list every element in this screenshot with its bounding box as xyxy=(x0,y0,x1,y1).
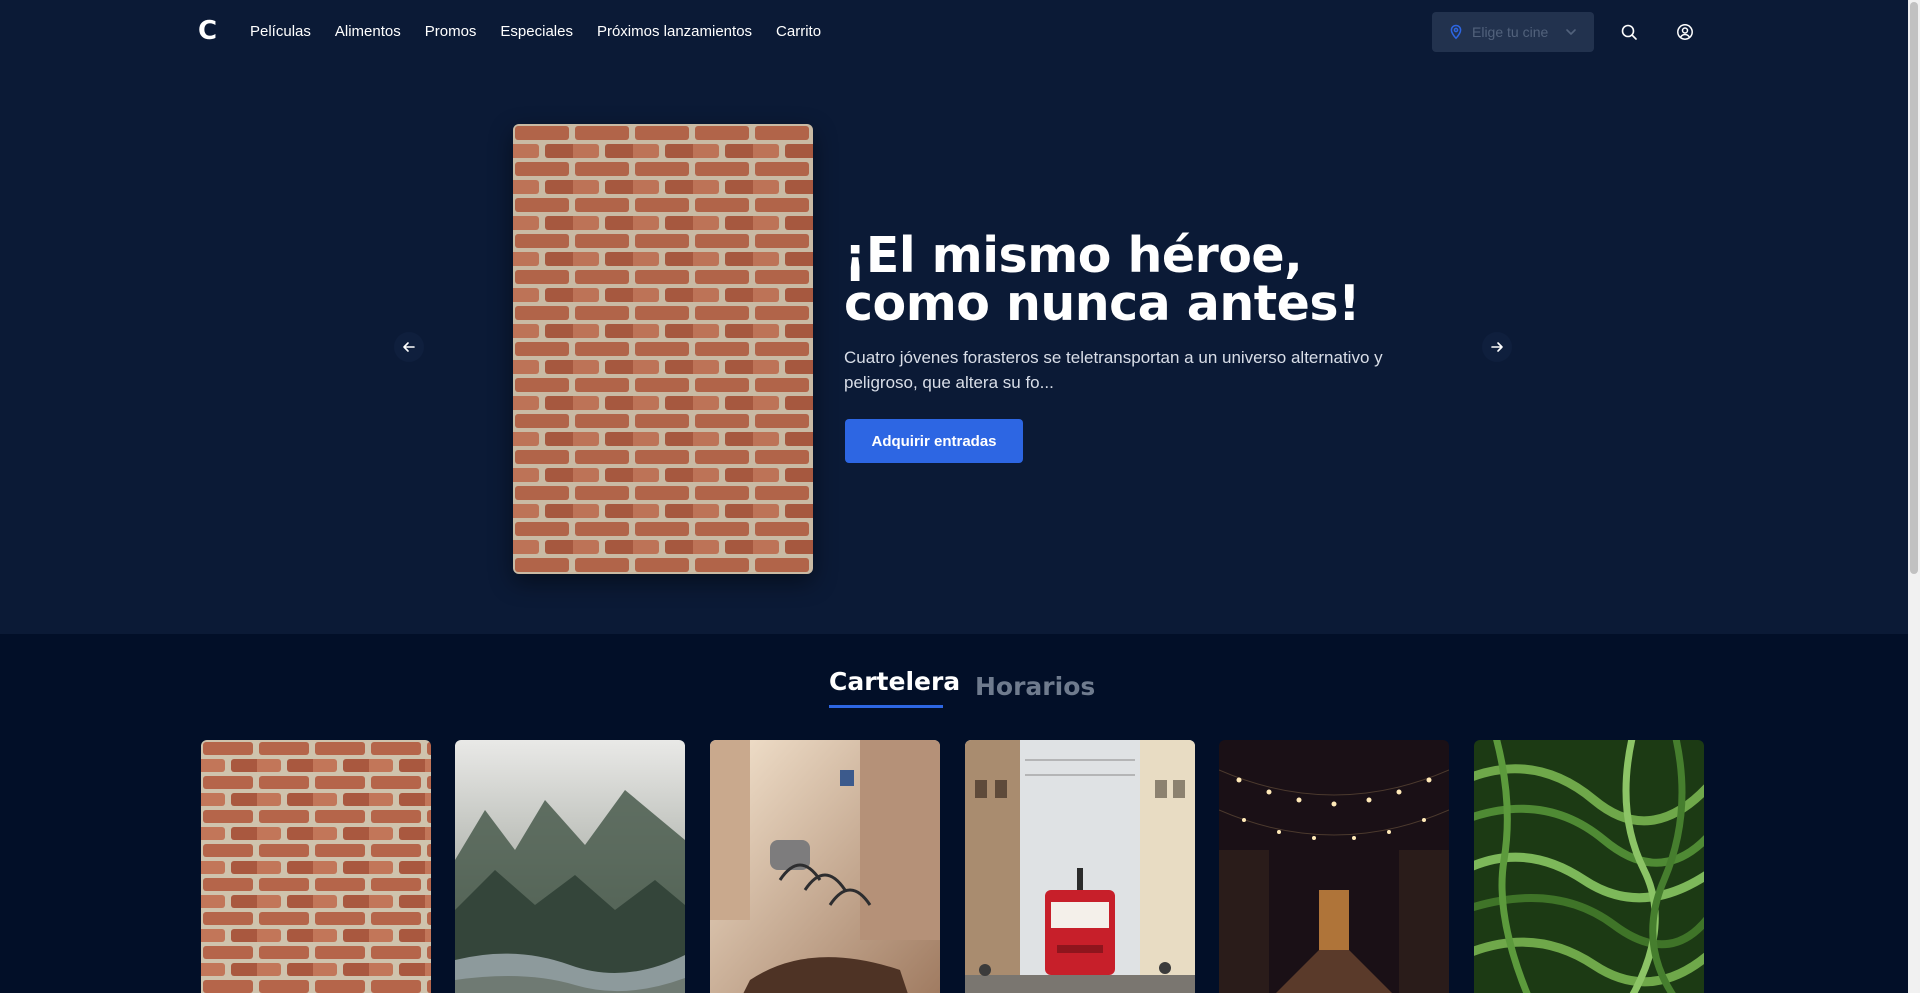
nav-peliculas[interactable]: Películas xyxy=(250,22,311,42)
nav-alimentos[interactable]: Alimentos xyxy=(335,22,401,42)
movie-card[interactable] xyxy=(1219,740,1449,993)
main-nav: Películas Alimentos Promos Especiales Pr… xyxy=(250,22,821,42)
red-tram-image xyxy=(965,740,1195,993)
misty-forest-image xyxy=(455,740,685,993)
brick-wall-image xyxy=(201,740,431,993)
chevron-down-icon xyxy=(1564,25,1578,39)
string-lights-alley-image xyxy=(1219,740,1449,993)
nav-carrito[interactable]: Carrito xyxy=(776,22,821,42)
location-pin-icon xyxy=(1448,24,1464,40)
search-button[interactable] xyxy=(1617,20,1641,44)
arrow-left-icon xyxy=(402,340,416,354)
movies-section: Cartelera Horarios xyxy=(0,634,1908,993)
nav-proximos-lanzamientos[interactable]: Próximos lanzamientos xyxy=(597,22,752,42)
tab-cartelera[interactable]: Cartelera xyxy=(829,665,960,699)
movie-card[interactable] xyxy=(1474,740,1704,993)
buy-tickets-button[interactable]: Adquirir entradas xyxy=(845,419,1023,463)
movie-card[interactable] xyxy=(710,740,940,993)
carousel-prev-button[interactable] xyxy=(394,332,424,362)
tab-horarios[interactable]: Horarios xyxy=(975,670,1095,704)
movie-card[interactable] xyxy=(965,740,1195,993)
hero-carousel: ¡El mismo héroe, como nunca antes! Cuatr… xyxy=(0,64,1908,634)
scrollbar-thumb[interactable] xyxy=(1910,2,1918,574)
active-tab-indicator xyxy=(829,705,943,708)
movie-card[interactable] xyxy=(201,740,431,993)
hero-title: ¡El mismo héroe, como nunca antes! xyxy=(844,227,1360,332)
arrow-right-icon xyxy=(1490,340,1504,354)
cinema-select[interactable]: Elige tu cine xyxy=(1432,12,1594,52)
street-bicycles-image xyxy=(710,740,940,993)
user-account-button[interactable] xyxy=(1673,20,1697,44)
hero-poster[interactable] xyxy=(513,124,813,574)
search-icon xyxy=(1620,23,1638,41)
site-header: C Películas Alimentos Promos Especiales … xyxy=(0,0,1908,64)
page-scrollbar[interactable] xyxy=(1908,0,1920,993)
movie-card[interactable] xyxy=(455,740,685,993)
user-icon xyxy=(1676,23,1694,41)
carousel-next-button[interactable] xyxy=(1482,332,1512,362)
cinema-select-label: Elige tu cine xyxy=(1472,24,1549,40)
brick-wall-image xyxy=(513,124,813,574)
green-beans-image xyxy=(1474,740,1704,993)
site-logo[interactable]: C xyxy=(198,14,217,48)
nav-especiales[interactable]: Especiales xyxy=(500,22,573,42)
nav-promos[interactable]: Promos xyxy=(425,22,477,42)
hero-description: Cuatro jóvenes forasteros se teletranspo… xyxy=(844,348,1383,392)
